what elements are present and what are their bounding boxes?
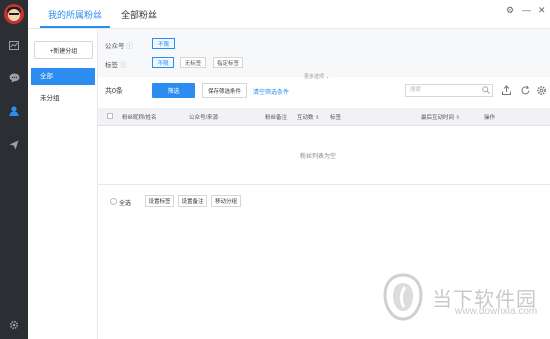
- column-header-tags: 标签: [330, 115, 342, 121]
- result-count: 共0条: [105, 88, 123, 95]
- tag-filter-specific[interactable]: 指定标签: [213, 57, 243, 68]
- column-header-nickname: 粉丝昵称/姓名: [122, 115, 157, 121]
- watermark-url: www.downxia.com: [455, 306, 538, 317]
- chart-icon[interactable]: [4, 38, 24, 52]
- column-settings-icon[interactable]: [536, 85, 547, 96]
- group-item-all[interactable]: 全部: [31, 68, 95, 85]
- left-rail: [0, 0, 28, 339]
- save-filter-button[interactable]: 保存筛选条件: [202, 83, 247, 98]
- divider: [98, 184, 550, 185]
- column-header-account: 公众号/来源: [189, 115, 219, 121]
- refresh-icon[interactable]: [520, 85, 531, 96]
- export-icon[interactable]: [501, 85, 512, 96]
- sort-icon: ⬍: [455, 115, 461, 121]
- account-filter-any[interactable]: 不限: [152, 38, 175, 49]
- settings-icon[interactable]: [4, 318, 24, 332]
- select-all-radio[interactable]: [110, 198, 117, 205]
- set-remark-button[interactable]: 设置备注: [178, 195, 207, 207]
- filter-panel: [98, 29, 550, 77]
- avatar[interactable]: [4, 4, 24, 24]
- search-icon[interactable]: [482, 86, 490, 96]
- settings-window-icon[interactable]: ⚙: [506, 5, 514, 16]
- close-button[interactable]: ✕: [538, 5, 546, 16]
- column-header-last-interaction[interactable]: 最后互动时间 ⬍: [421, 113, 460, 121]
- more-options-toggle[interactable]: 更多选项 ⌄: [304, 73, 330, 80]
- tab-my-fans[interactable]: 我的所属粉丝: [48, 8, 102, 21]
- table-header: [98, 108, 550, 126]
- sort-icon: ⬍: [315, 115, 320, 121]
- minimize-button[interactable]: —: [522, 5, 531, 15]
- send-icon[interactable]: [4, 138, 24, 152]
- tag-filter-none[interactable]: 无标签: [180, 57, 206, 68]
- fans-icon[interactable]: [4, 104, 24, 118]
- tag-filter-any[interactable]: 不限: [152, 57, 174, 68]
- info-icon: ⓘ: [119, 62, 127, 69]
- set-tag-button[interactable]: 设置标签: [145, 195, 174, 207]
- column-header-actions: 操作: [484, 115, 496, 121]
- column-header-interactions[interactable]: 互动数 ⬍: [297, 113, 320, 121]
- tab-all-fans[interactable]: 全部粉丝: [121, 8, 157, 21]
- group-item-ungrouped[interactable]: 未分组: [40, 92, 60, 102]
- new-group-button[interactable]: +新建分组: [34, 41, 93, 59]
- move-group-button[interactable]: 移动分组: [211, 195, 241, 207]
- info-icon: ⓘ: [126, 43, 133, 50]
- empty-state: 粉丝列表为空: [300, 154, 337, 160]
- tag-filter-label: 标签 ⓘ: [105, 62, 127, 69]
- column-header-remark: 粉丝备注: [265, 115, 288, 121]
- watermark-logo: [383, 273, 423, 321]
- filter-button[interactable]: 筛选: [152, 83, 195, 98]
- select-all-checkbox[interactable]: [107, 113, 113, 119]
- chat-icon[interactable]: [4, 71, 24, 85]
- select-all-label[interactable]: 全选: [119, 198, 131, 207]
- clear-filter-link[interactable]: 清空筛选条件: [253, 87, 289, 96]
- account-filter-label: 公众号 ⓘ: [105, 43, 133, 50]
- search-input[interactable]: 搜索: [405, 84, 493, 97]
